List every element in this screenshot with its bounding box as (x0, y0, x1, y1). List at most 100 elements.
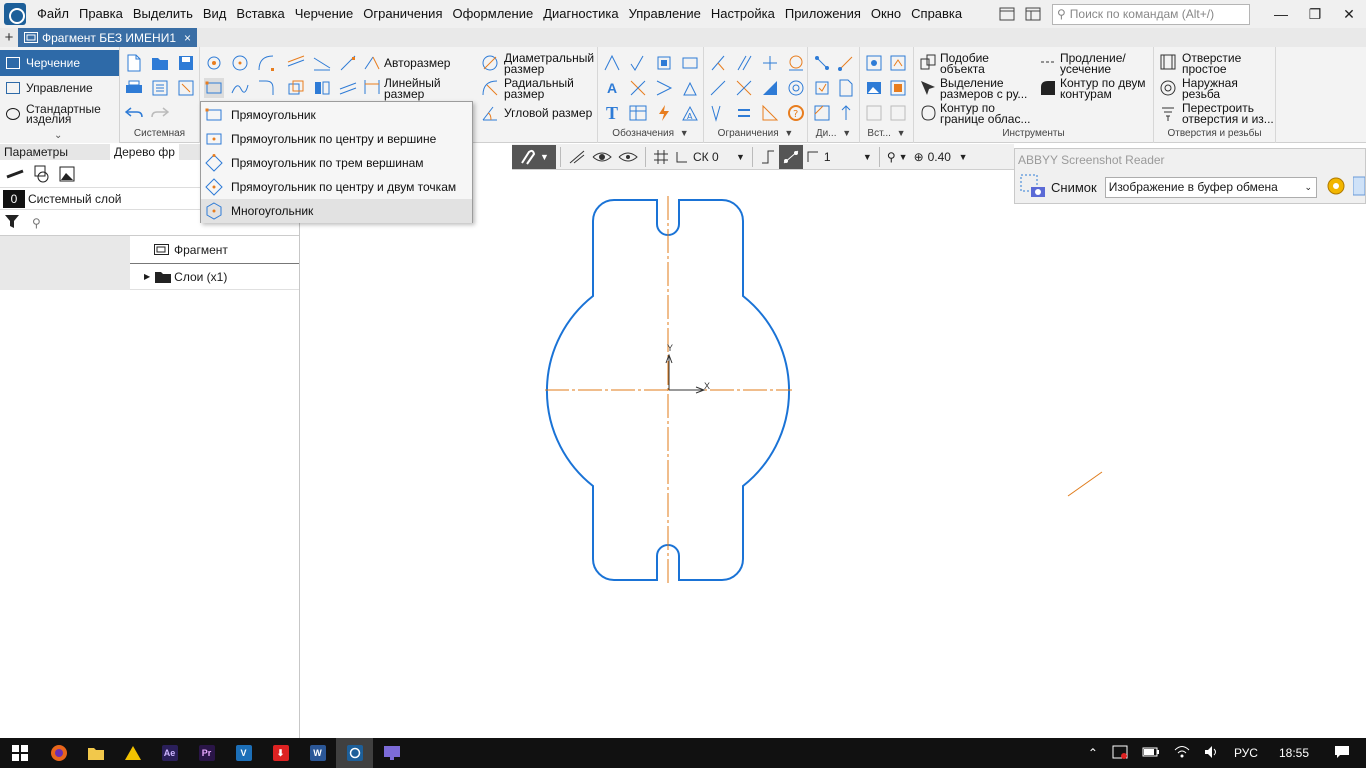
drawing-canvas[interactable]: Y X (301, 170, 1366, 738)
angular-dimension-label[interactable]: Угловой размер (504, 107, 592, 119)
diag-caret-icon[interactable]: ▼ (842, 128, 851, 138)
similar-object-icon[interactable] (918, 52, 938, 72)
kompas-taskbar-icon[interactable] (336, 738, 373, 768)
extend-trim-label[interactable]: Продление/усечение (1060, 52, 1126, 75)
redo-icon[interactable] (150, 103, 170, 123)
insert-image-icon[interactable] (864, 78, 884, 98)
menu-diagnostics[interactable]: Диагностика (538, 0, 623, 28)
auto-dimension-label[interactable]: Авторазмер (384, 57, 450, 69)
menu-rectangle-center-two-points[interactable]: Прямоугольник по центру и двум точкам (201, 175, 472, 199)
minimize-button[interactable]: — (1264, 0, 1298, 28)
diag-dim-icon[interactable] (836, 103, 856, 123)
concentric-constraint-icon[interactable] (786, 78, 806, 98)
file-explorer-icon[interactable] (77, 738, 114, 768)
tangent-constraint-icon[interactable] (786, 53, 806, 73)
panel-split-icon[interactable] (1020, 4, 1046, 24)
menu-rectangle[interactable]: Прямоугольник (201, 103, 472, 127)
linear-dimension-label[interactable]: Линейный размер (384, 77, 441, 100)
tray-app-icon[interactable] (1112, 745, 1128, 762)
nav-standard-parts[interactable]: Стандартные изделия (0, 100, 119, 128)
extend-trim-icon[interactable] (1038, 52, 1058, 72)
menu-settings[interactable]: Настройка (706, 0, 780, 28)
insert-caret-icon[interactable]: ▼ (897, 128, 906, 138)
select-dims-icon[interactable] (918, 78, 938, 98)
contour-region-label[interactable]: Контур по границе облас... (940, 102, 1031, 125)
angle-constraint-icon[interactable] (708, 103, 728, 123)
weld-icon[interactable]: A (680, 103, 700, 123)
notifications-icon[interactable] (1334, 745, 1350, 762)
spline-icon[interactable] (230, 78, 250, 98)
menu-edit[interactable]: Правка (74, 0, 128, 28)
local-cs-icon[interactable] (757, 145, 779, 169)
nav-manage[interactable]: Управление (0, 76, 119, 100)
open-folder-icon[interactable] (150, 53, 170, 73)
new-file-icon[interactable] (124, 53, 144, 73)
mirror-icon[interactable] (312, 78, 332, 98)
nav-drawing[interactable]: Черчение (0, 50, 119, 76)
diameter-dimension-label[interactable]: Диаметральный размер (504, 52, 594, 75)
contour-region-icon[interactable] (918, 103, 938, 123)
line-style-icon[interactable] (4, 164, 26, 184)
settings-gear-icon[interactable] (1325, 175, 1347, 200)
outer-thread-label[interactable]: Наружная резьба (1182, 77, 1238, 100)
text-leader-icon[interactable]: A (602, 78, 622, 98)
simple-hole-icon[interactable] (1158, 52, 1178, 72)
similar-object-label[interactable]: Подобие объекта (940, 52, 989, 75)
insert-object-icon[interactable] (888, 78, 908, 98)
collinear-constraint-icon[interactable] (708, 78, 728, 98)
zoom-select[interactable]: ⊕ 0.40 ▼ (911, 145, 971, 169)
menu-file[interactable]: Файл (32, 0, 74, 28)
equal-constraint-icon[interactable] (734, 103, 754, 123)
tab-tree[interactable]: Дерево фр (109, 144, 179, 160)
leader-icon[interactable] (602, 53, 622, 73)
insert-view-icon[interactable] (864, 53, 884, 73)
coordinate-system-select[interactable]: СК 0 ▼ (672, 145, 748, 169)
diameter-dimension-icon[interactable] (480, 53, 500, 73)
contour-two-icon[interactable] (1038, 78, 1058, 98)
show-all-icon[interactable] (615, 145, 641, 169)
layers-icon[interactable] (30, 164, 52, 184)
menu-rectangle-center-vertex[interactable]: Прямоугольник по центру и вершине (201, 127, 472, 151)
diag-doc-icon[interactable] (836, 78, 856, 98)
fix-point-icon[interactable] (734, 78, 754, 98)
snapshot-destination-select[interactable]: Изображение в буфер обмена ⌄ (1104, 176, 1317, 198)
download-icon[interactable]: ⬇ (262, 738, 299, 768)
diag-hatch-icon[interactable] (812, 103, 832, 123)
presentation-icon[interactable] (373, 738, 410, 768)
document-tab[interactable]: Фрагмент БЕЗ ИМЕНИ1 × (18, 28, 198, 47)
hatch-icon[interactable] (338, 78, 358, 98)
windows-start-icon[interactable] (0, 738, 40, 768)
language-indicator[interactable]: РУС (1234, 746, 1258, 760)
save-icon[interactable] (176, 53, 196, 73)
copy-icon[interactable] (286, 78, 306, 98)
step-select[interactable]: 1 ▼ (803, 145, 875, 169)
linear-dimension-icon[interactable] (362, 77, 382, 97)
menu-manage[interactable]: Управление (624, 0, 706, 28)
arc-icon[interactable] (256, 53, 276, 73)
ortho-icon[interactable] (565, 145, 589, 169)
tray-chevron-icon[interactable]: ⌃ (1088, 746, 1098, 760)
select-dims-label[interactable]: Выделение размеров с ру... (940, 77, 1027, 100)
geometry-auto-icon[interactable] (204, 53, 224, 73)
vegas-icon[interactable]: V (225, 738, 262, 768)
filter-icon[interactable] (4, 213, 20, 232)
tree-root-row[interactable]: Фрагмент (0, 235, 299, 264)
contour-two-label[interactable]: Контур по двум контурам (1060, 77, 1146, 100)
yandex-disk-icon[interactable] (114, 738, 151, 768)
panel-layout-icon[interactable] (994, 4, 1020, 24)
print-icon[interactable] (124, 78, 144, 98)
menu-insert[interactable]: Вставка (231, 0, 289, 28)
designations-caret-icon[interactable]: ▼ (680, 128, 689, 138)
tree-layers-row[interactable]: ▶ Слои (x1) (0, 263, 299, 290)
outer-thread-icon[interactable] (1158, 78, 1178, 98)
radial-dimension-label[interactable]: Радиальный размер (504, 77, 574, 100)
menu-window[interactable]: Окно (866, 0, 906, 28)
trim-icon[interactable] (312, 53, 332, 73)
fillet-icon[interactable] (256, 78, 276, 98)
insert-disabled-icon[interactable] (864, 103, 884, 123)
menu-constraints[interactable]: Ограничения (358, 0, 447, 28)
rebuild-holes-label[interactable]: Перестроить отверстия и из... (1182, 102, 1274, 125)
rebuild-holes-icon[interactable] (1158, 103, 1178, 123)
constraint-help-icon[interactable]: ? (786, 103, 806, 123)
grid-icon[interactable] (650, 145, 672, 169)
